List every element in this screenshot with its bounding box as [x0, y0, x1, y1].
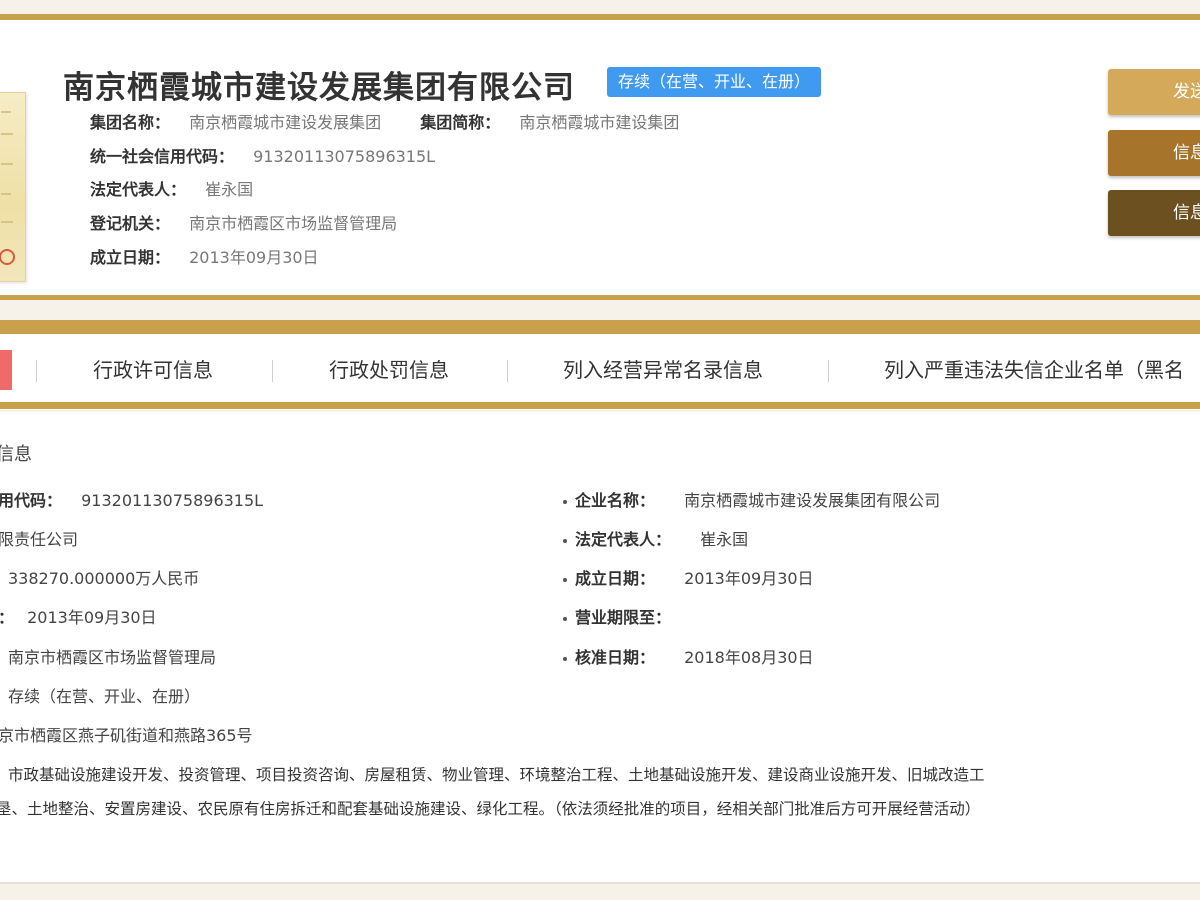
legal-rep-value: 崔永国 [205, 180, 254, 199]
group-name-label: 集团名称： [90, 113, 171, 132]
detail-business-end: 营业期限至： [563, 606, 695, 630]
detail-registered-capital: 338270.000000万人民币 [8, 569, 200, 588]
bullet-icon [563, 577, 567, 582]
established-value: 2013年09月30日 [189, 248, 319, 267]
detail-address: 京市栖霞区燕子矶街道和燕路365号 [0, 726, 253, 745]
tab-separator [507, 360, 508, 382]
tab-separator [272, 360, 273, 382]
company-header-card: 南京栖霞城市建设发展集团有限公司 存续（在营、开业、在册） 集团名称： 南京栖霞… [0, 20, 1200, 300]
bullet-icon [563, 538, 567, 543]
established-label: 成立日期： [90, 248, 171, 267]
group-name-value: 南京栖霞城市建设发展集团 [189, 113, 382, 132]
detail-company-name: 企业名称： 南京栖霞城市建设发展集团有限公司 [563, 489, 940, 513]
tab-abnormal-operation[interactable]: 列入经营异常名录信息 [563, 354, 763, 386]
established-row: 成立日期： 2013年09月30日 [90, 246, 319, 270]
group-short-label: 集团简称： [420, 113, 501, 132]
detail-business-start: ： 2013年09月30日 [0, 608, 157, 627]
credit-code-row: 统一社会信用代码： 91320113075896315L [90, 145, 435, 169]
reg-authority-row: 登记机关： 南京市栖霞区市场监督管理局 [90, 212, 397, 236]
group-short-value: 南京栖霞城市建设集团 [519, 113, 680, 132]
page: 南京栖霞城市建设发展集团有限公司 存续（在营、开业、在册） 集团名称： 南京栖霞… [0, 0, 1200, 900]
bullet-icon [563, 499, 567, 504]
detail-business-scope-line2: 垦、土地整治、安置房建设、农民原有住房拆迁和配套基础设施建设、绿化工程。（依法须… [0, 800, 981, 818]
tab-serious-violation[interactable]: 列入严重违法失信企业名单（黑名 [884, 354, 1184, 386]
tab-separator [36, 360, 37, 382]
tab-separator [828, 360, 829, 382]
business-license-thumbnail[interactable] [0, 92, 26, 282]
detail-reg-status: 存续（在营、开业、在册） [8, 687, 201, 706]
reg-authority-label: 登记机关： [90, 214, 171, 233]
send-report-button[interactable]: 发送 [1108, 69, 1200, 115]
tab-active-indicator[interactable] [0, 350, 12, 390]
status-badge: 存续（在营、开业、在册） [607, 67, 822, 97]
credit-code-value: 91320113075896315L [253, 147, 436, 166]
detail-company-type: 限责任公司 [0, 530, 79, 549]
detail-approval-date: 核准日期： 2018年08月30日 [563, 646, 814, 670]
detail-established: 成立日期： 2013年09月30日 [563, 567, 814, 591]
section-title: 信息 [0, 444, 32, 465]
legal-rep-label: 法定代表人： [90, 180, 187, 199]
detail-reg-authority: 南京市栖霞区市场监督管理局 [8, 648, 217, 667]
detail-credit-code: 用代码： 91320113075896315L [0, 491, 264, 510]
footer-strip [0, 884, 1200, 900]
group-name-row: 集团名称： 南京栖霞城市建设发展集团 集团简称： 南京栖霞城市建设集团 [90, 111, 679, 135]
detail-legal-rep: 法定代表人： 崔永国 [563, 528, 748, 552]
tab-admin-license[interactable]: 行政许可信息 [93, 354, 213, 386]
info-print-button[interactable]: 信息 [1108, 190, 1200, 236]
bullet-icon [563, 656, 567, 661]
legal-rep-row: 法定代表人： 崔永国 [90, 178, 253, 202]
tab-bar-top-border [0, 320, 1200, 334]
detail-business-scope-line1: 市政基础设施建设开发、投资管理、项目投资咨询、房屋租赁、物业管理、环境整治工程、… [8, 766, 985, 784]
tab-bar-bottom-border [0, 402, 1200, 409]
bullet-icon [563, 616, 567, 621]
tab-admin-penalty[interactable]: 行政处罚信息 [329, 354, 449, 386]
company-name-title: 南京栖霞城市建设发展集团有限公司 [63, 70, 575, 106]
info-share-button[interactable]: 信息 [1108, 130, 1200, 176]
tab-bar: 行政许可信息 行政处罚信息 列入经营异常名录信息 列入严重违法失信企业名单（黑名 [0, 320, 1200, 410]
credit-code-label: 统一社会信用代码： [90, 147, 235, 166]
reg-authority-value: 南京市栖霞区市场监督管理局 [189, 214, 398, 233]
seal-icon [0, 249, 15, 265]
basic-info-panel: 信息 用代码： 91320113075896315L 限责任公司 338270.… [0, 412, 1200, 884]
